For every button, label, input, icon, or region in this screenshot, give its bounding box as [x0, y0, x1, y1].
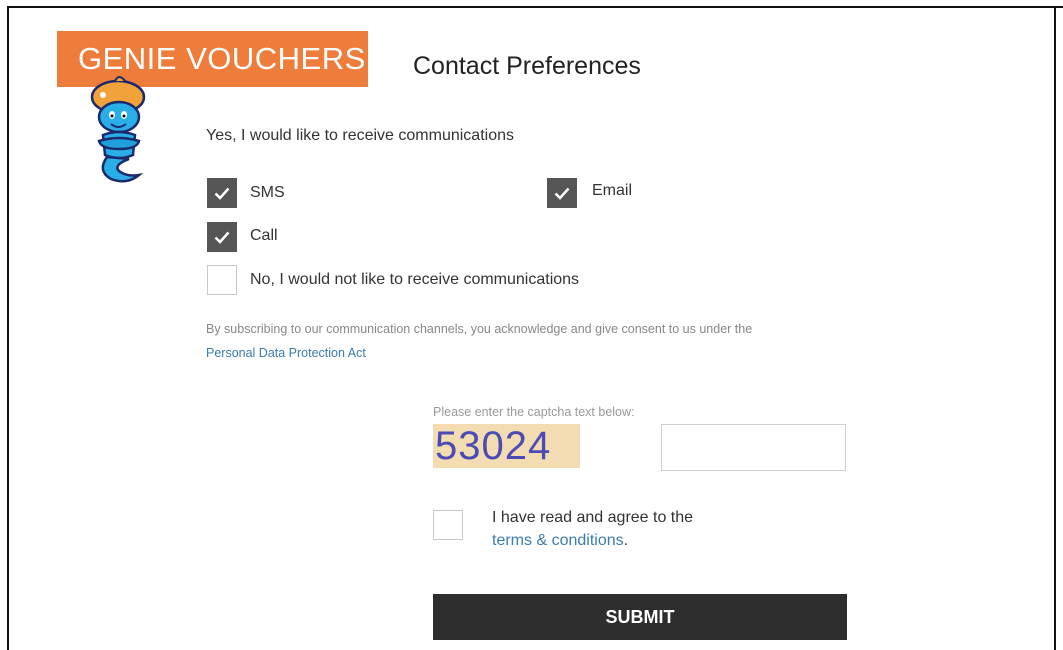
consent-text: By subscribing to our communication chan… [206, 322, 753, 336]
page-title: Contact Preferences [413, 52, 641, 80]
communications-intro: Yes, I would like to receive communicati… [206, 127, 514, 144]
call-checkbox[interactable] [207, 222, 237, 252]
terms-statement: I have read and agree to the terms & con… [492, 506, 693, 552]
terms-suffix: . [623, 532, 629, 549]
frame-border-right [1054, 6, 1056, 650]
opt-out-label: No, I would not like to receive communic… [250, 271, 580, 288]
sms-checkbox[interactable] [207, 178, 237, 208]
genie-mascot-icon [90, 76, 146, 183]
captcha-input[interactable] [661, 424, 846, 471]
opt-out-checkbox[interactable] [207, 265, 237, 295]
captcha-image: 53024 [433, 424, 580, 468]
email-label: Email [592, 182, 633, 199]
submit-button[interactable]: SUBMIT [433, 594, 847, 640]
terms-checkbox[interactable] [433, 510, 463, 540]
email-checkbox[interactable] [547, 178, 577, 208]
brand-logo-text: GENIE VOUCHERS [78, 41, 366, 76]
checkmark-icon [214, 187, 230, 200]
pdpa-link[interactable]: Personal Data Protection Act [206, 346, 366, 360]
checkmark-icon [214, 231, 230, 244]
captcha-label: Please enter the captcha text below: [433, 405, 635, 419]
sms-label: SMS [250, 184, 285, 201]
checkmark-icon [554, 187, 570, 200]
terms-link[interactable]: terms & conditions [492, 532, 624, 549]
terms-text: I have read and agree to the [492, 509, 694, 526]
call-label: Call [250, 227, 278, 244]
